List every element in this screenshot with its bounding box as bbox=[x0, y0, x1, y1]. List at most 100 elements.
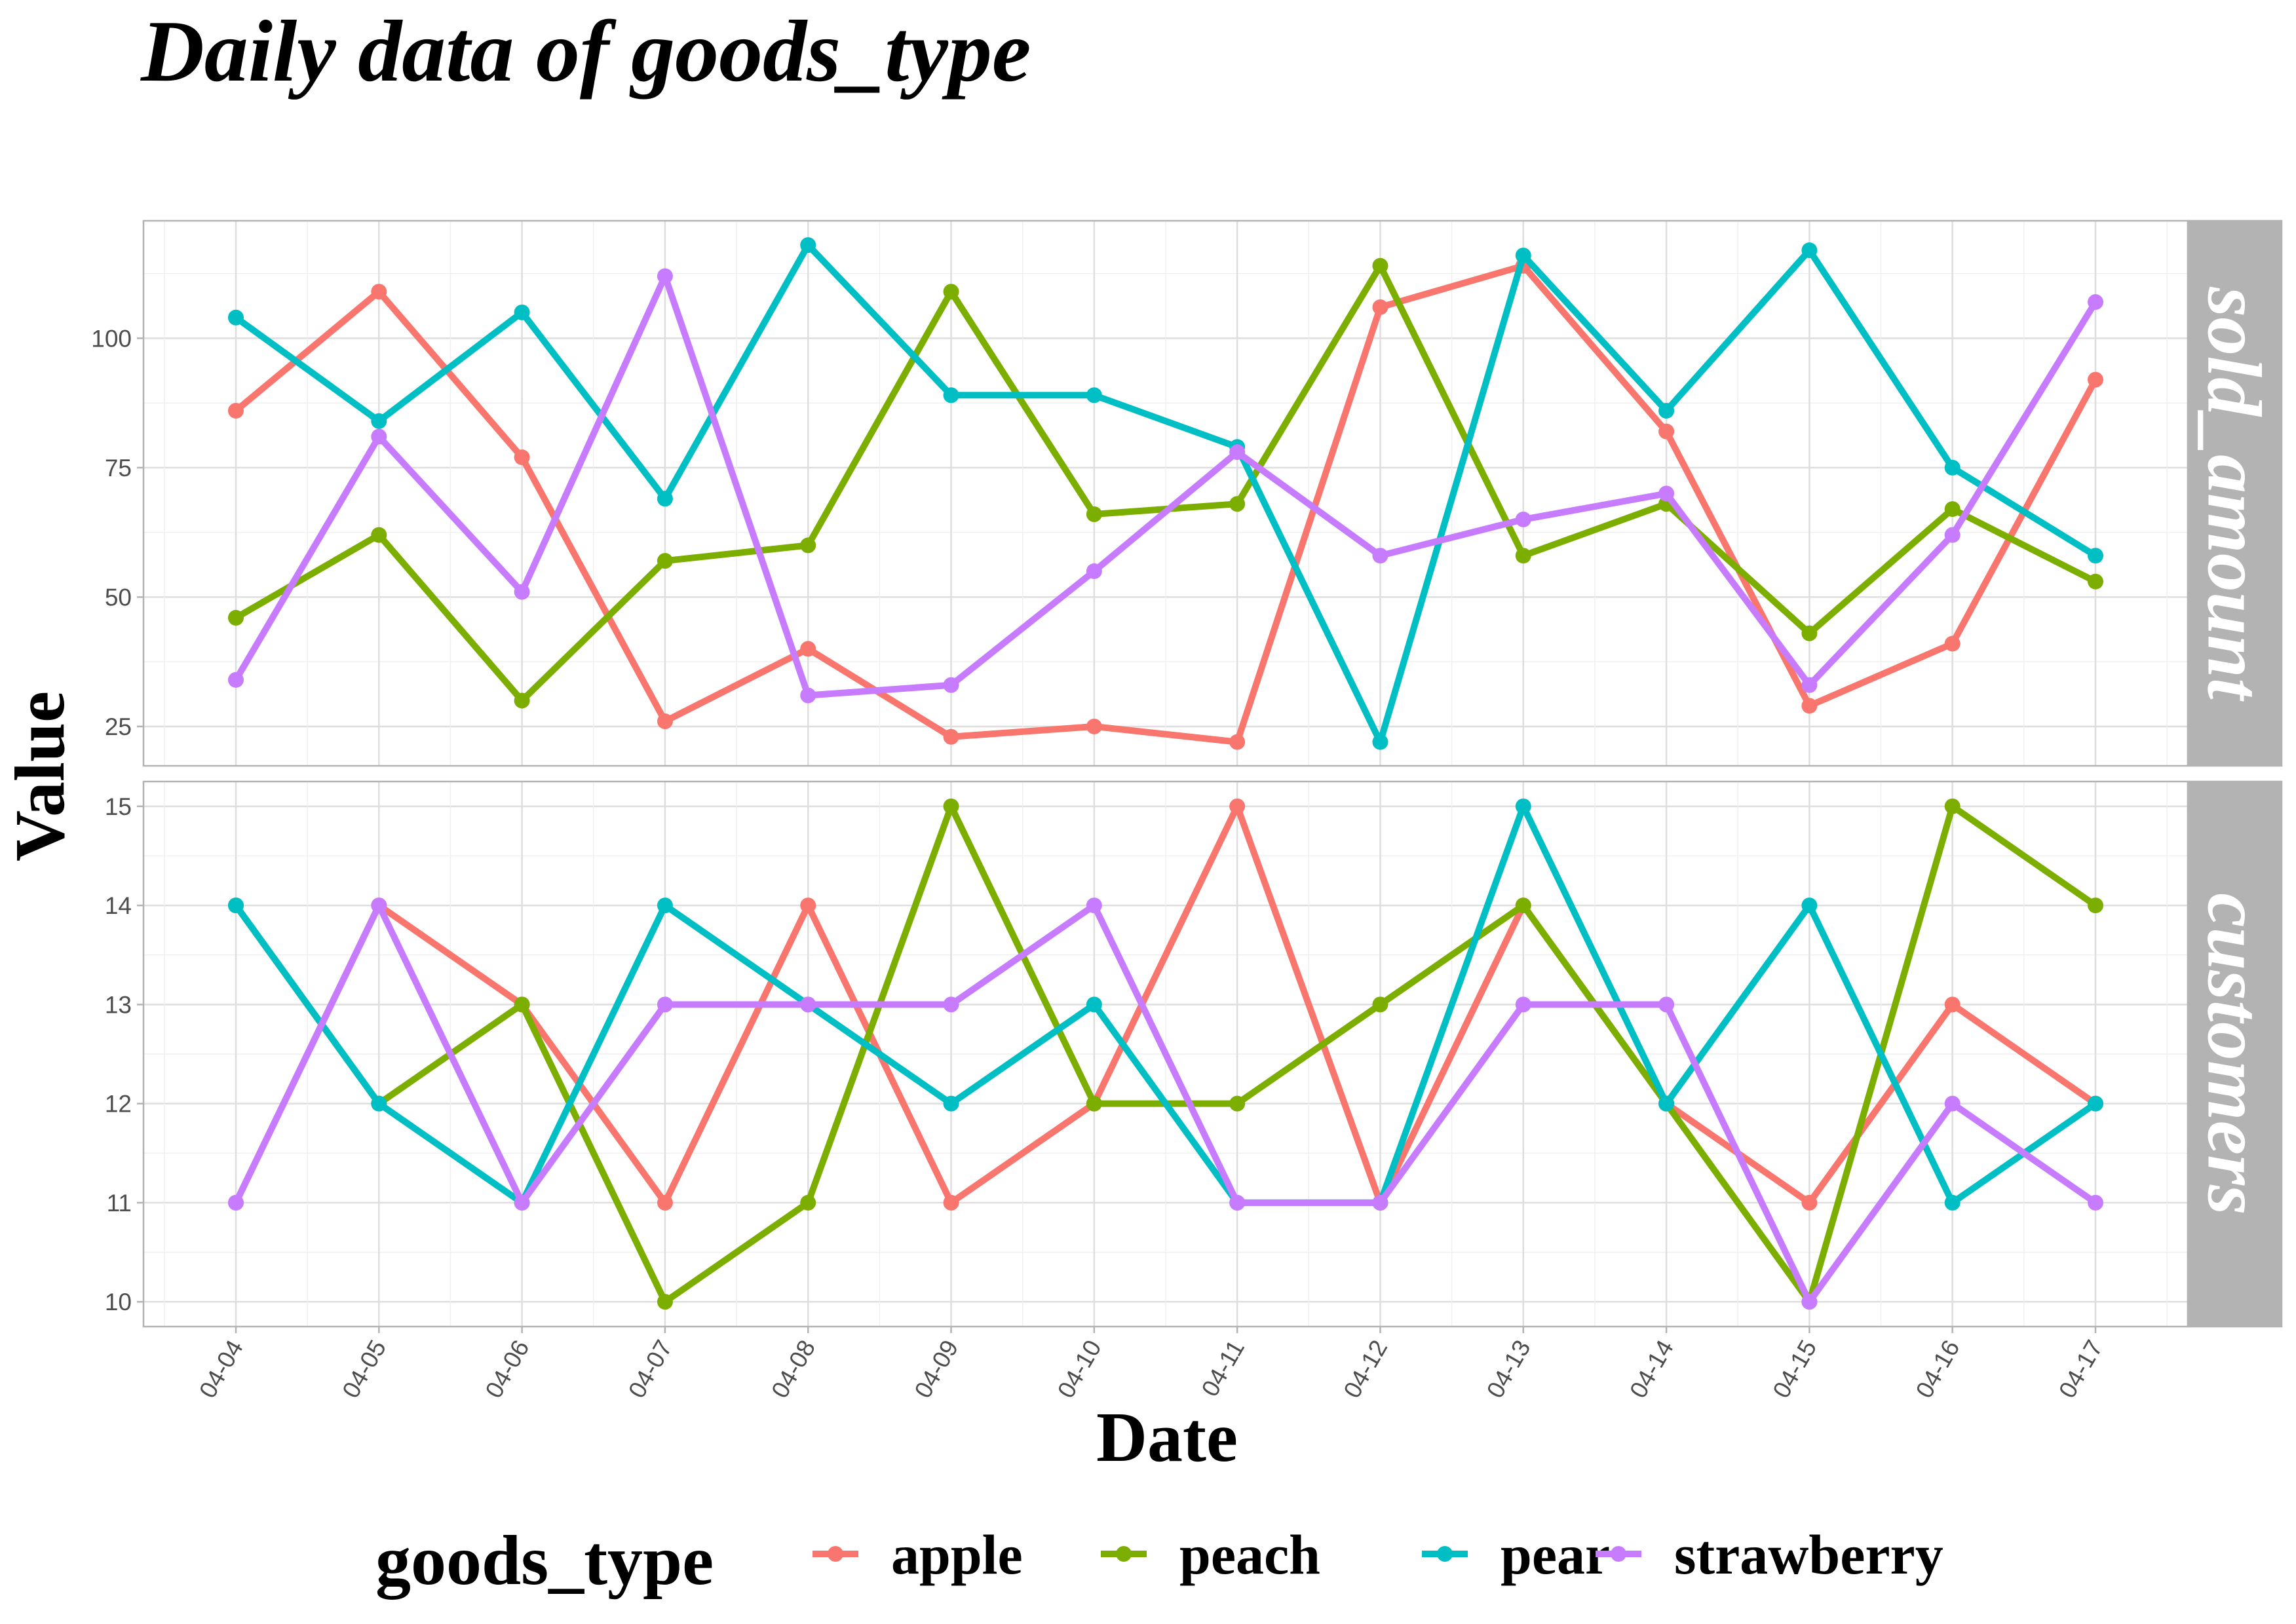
data-point-peach bbox=[1944, 501, 1961, 518]
data-point-strawberry bbox=[1086, 897, 1102, 914]
data-point-strawberry bbox=[1372, 1194, 1388, 1211]
data-point-peach bbox=[514, 996, 530, 1013]
data-point-apple bbox=[943, 1194, 959, 1211]
panel-customers: 10 11 12 13 14 15 customers bbox=[105, 780, 2283, 1328]
data-point-pear bbox=[371, 413, 387, 429]
y-tick-label: 25 bbox=[105, 713, 132, 740]
data-point-peach bbox=[657, 1294, 673, 1310]
data-point-apple bbox=[1944, 635, 1961, 652]
chart-title: Daily data of goods_type bbox=[140, 3, 1031, 100]
x-tick-label: 04-17 bbox=[2054, 1336, 2108, 1403]
data-point-apple bbox=[1801, 1194, 1818, 1211]
data-point-peach bbox=[1801, 625, 1818, 641]
data-point-apple bbox=[657, 1194, 673, 1211]
data-point-peach bbox=[1372, 257, 1388, 274]
legend-key-point bbox=[1611, 1546, 1626, 1562]
data-point-apple bbox=[800, 897, 816, 914]
y-tick-label: 13 bbox=[105, 991, 132, 1018]
legend-item-strawberry: strawberry bbox=[1596, 1523, 1943, 1586]
legend-item-pear: pear bbox=[1422, 1523, 1610, 1586]
data-point-pear bbox=[1086, 996, 1102, 1013]
x-axis-title: Date bbox=[1096, 1399, 1238, 1477]
data-point-strawberry bbox=[1229, 444, 1246, 461]
data-point-apple bbox=[1229, 798, 1246, 814]
data-point-apple bbox=[2088, 371, 2103, 388]
data-point-peach bbox=[2088, 573, 2103, 590]
data-point-peach bbox=[943, 284, 959, 300]
data-point-peach bbox=[1515, 897, 1531, 914]
data-point-strawberry bbox=[1801, 1294, 1818, 1310]
data-point-strawberry bbox=[514, 584, 530, 600]
data-point-pear bbox=[514, 304, 530, 320]
data-point-peach bbox=[2088, 897, 2103, 914]
data-point-strawberry bbox=[1944, 1095, 1961, 1112]
data-point-strawberry bbox=[1515, 996, 1531, 1013]
data-point-apple bbox=[1658, 423, 1675, 440]
data-point-peach bbox=[514, 692, 530, 709]
data-point-peach bbox=[800, 1194, 816, 1211]
data-point-strawberry bbox=[943, 996, 959, 1013]
data-point-strawberry bbox=[514, 1194, 530, 1211]
data-point-pear bbox=[800, 237, 816, 254]
x-tick-label: 04-05 bbox=[337, 1336, 391, 1403]
y-tick-label: 100 bbox=[91, 325, 132, 352]
legend-key-point bbox=[1437, 1546, 1453, 1562]
data-point-apple bbox=[943, 728, 959, 745]
data-point-apple bbox=[1801, 698, 1818, 714]
legend-label: strawberry bbox=[1674, 1523, 1943, 1586]
y-axis-title: Value bbox=[1, 691, 79, 861]
y-tick-label: 15 bbox=[105, 793, 132, 820]
data-point-strawberry bbox=[943, 677, 959, 693]
data-point-pear bbox=[228, 309, 244, 326]
data-point-pear bbox=[657, 897, 673, 914]
data-point-apple bbox=[1944, 996, 1961, 1013]
legend-label: peach bbox=[1179, 1523, 1320, 1586]
data-point-apple bbox=[514, 449, 530, 466]
data-point-peach bbox=[1086, 506, 1102, 522]
x-tick-label: 04-08 bbox=[766, 1336, 820, 1403]
data-point-strawberry bbox=[1086, 563, 1102, 579]
data-point-pear bbox=[2088, 548, 2103, 564]
panels: 25 50 75 100 sold_amount 10 11 12 13 14 15 customer… bbox=[91, 219, 2283, 1328]
facet-strip-label: sold_amount bbox=[2192, 286, 2278, 702]
legend-key-point bbox=[1116, 1546, 1132, 1562]
x-tick-label: 04-14 bbox=[1624, 1336, 1679, 1403]
y-tick-label: 11 bbox=[107, 1190, 132, 1217]
legend-item-apple: apple bbox=[813, 1523, 1023, 1586]
data-point-strawberry bbox=[1372, 548, 1388, 564]
legend-title: goods_type bbox=[375, 1522, 714, 1600]
data-point-strawberry bbox=[2088, 294, 2103, 311]
legend-items: apple peach pear strawberry bbox=[813, 1523, 1943, 1586]
data-point-pear bbox=[1372, 734, 1388, 750]
data-point-apple bbox=[1086, 718, 1102, 734]
data-point-strawberry bbox=[657, 268, 673, 284]
data-point-strawberry bbox=[228, 671, 244, 688]
data-point-apple bbox=[371, 284, 387, 300]
data-point-peach bbox=[1944, 798, 1961, 814]
x-axis-ticks: 04-04 04-05 04-06 04-07 04-08 04-09 04-10 04-11… bbox=[194, 1327, 2108, 1403]
x-tick-label: 04-12 bbox=[1339, 1336, 1393, 1403]
legend-key-point bbox=[828, 1546, 843, 1562]
y-tick-label: 75 bbox=[105, 455, 132, 482]
data-point-peach bbox=[1372, 996, 1388, 1013]
data-point-pear bbox=[1801, 242, 1818, 259]
data-point-strawberry bbox=[228, 1194, 244, 1211]
facet-strip-label: customers bbox=[2192, 893, 2278, 1215]
data-point-peach bbox=[1229, 1095, 1246, 1112]
legend: goods_type apple peach pear strawberry bbox=[375, 1522, 1943, 1600]
data-point-pear bbox=[1658, 1095, 1675, 1112]
data-point-pear bbox=[943, 387, 959, 404]
data-point-apple bbox=[657, 713, 673, 730]
data-point-peach bbox=[1086, 1095, 1102, 1112]
x-tick-label: 04-16 bbox=[1911, 1336, 1965, 1403]
legend-item-peach: peach bbox=[1101, 1523, 1320, 1586]
legend-label: pear bbox=[1501, 1523, 1610, 1586]
y-tick-label: 14 bbox=[105, 892, 132, 919]
data-point-strawberry bbox=[2088, 1194, 2103, 1211]
data-point-pear bbox=[943, 1095, 959, 1112]
x-tick-label: 04-04 bbox=[194, 1336, 248, 1403]
x-tick-label: 04-15 bbox=[1767, 1336, 1822, 1403]
data-point-apple bbox=[1229, 734, 1246, 750]
data-point-strawberry bbox=[1658, 485, 1675, 502]
data-point-pear bbox=[657, 491, 673, 507]
